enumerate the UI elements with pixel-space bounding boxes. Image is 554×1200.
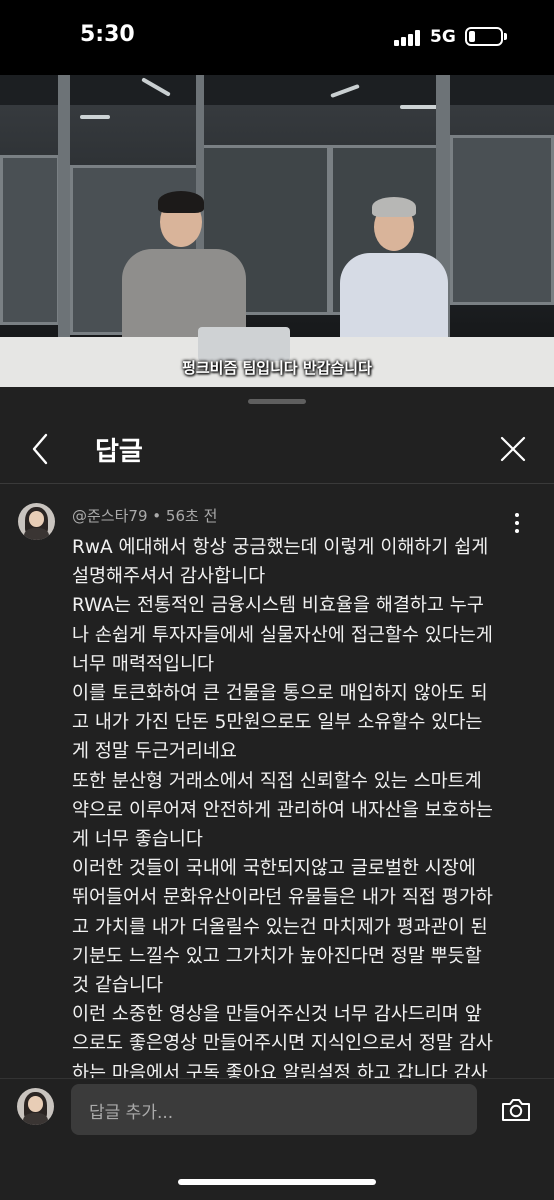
host-left bbox=[120, 187, 250, 349]
comment-line: RWA는 전통적인 금융시스템 비효율을 해결하고 누구 bbox=[72, 595, 484, 617]
sheet-title: 답글 bbox=[95, 437, 143, 467]
battery-icon bbox=[465, 27, 503, 46]
ceiling-light bbox=[400, 105, 440, 109]
comment-line: 너무 매력적입니다 bbox=[72, 653, 215, 675]
laptop bbox=[198, 327, 290, 361]
chevron-left-icon bbox=[32, 433, 48, 465]
comment-line: 나 손쉽게 투자자들에세 실물자산에 접근할수 있다는게 bbox=[72, 624, 493, 646]
video-player[interactable]: 펑크비즘 팀입니다 반갑습니다 bbox=[0, 75, 554, 387]
comment-line: RwA 에대해서 항상 궁금했는데 이렇게 이해하기 쉽게 bbox=[72, 537, 489, 558]
comment-line: 하는 마음에서 구독 좋아요 알림설정 하고 갑니다 감사 bbox=[72, 1062, 488, 1078]
comment-line: 설명해주셔서 감사합니다 bbox=[72, 566, 266, 588]
status-bar: 5:30 5G bbox=[0, 0, 554, 75]
comment-author[interactable]: @준스타79 bbox=[72, 507, 148, 525]
my-avatar bbox=[17, 1088, 54, 1125]
comment-line: 게 정말 두근거리네요 bbox=[72, 741, 237, 763]
close-icon bbox=[500, 436, 526, 462]
comment-meta: @준스타79 • 56초 전 bbox=[72, 505, 217, 526]
ceiling-light bbox=[80, 115, 110, 119]
reply-bar: 답글 추가... bbox=[0, 1078, 554, 1200]
host-right bbox=[338, 193, 450, 345]
reply-input[interactable]: 답글 추가... bbox=[71, 1084, 477, 1135]
back-button[interactable] bbox=[22, 431, 58, 467]
comment-line: 고 가치를 내가 더올릴수 있는건 마치제가 평과관이 된 bbox=[72, 916, 488, 938]
comment-line: 뛰어들어서 문화유산이라던 유물들은 내가 직접 평가하 bbox=[72, 887, 493, 909]
home-indicator bbox=[178, 1179, 376, 1185]
more-vertical-icon bbox=[515, 513, 519, 517]
comment-line: 약으로 이루어져 안전하게 관리하여 내자산을 보호하는 bbox=[72, 799, 493, 821]
pillar bbox=[58, 75, 70, 345]
battery-cap bbox=[504, 33, 507, 40]
drag-handle[interactable] bbox=[248, 399, 306, 404]
reply-placeholder: 답글 추가... bbox=[89, 1103, 174, 1123]
status-time: 5:30 bbox=[80, 22, 135, 47]
meta-separator: • bbox=[152, 507, 162, 525]
comment-line: 이런 소중한 영상을 만들어주신것 너무 감사드리며 앞 bbox=[72, 1004, 482, 1026]
camera-button[interactable] bbox=[500, 1096, 532, 1124]
avatar[interactable] bbox=[18, 503, 55, 540]
comment-line: 것 같습니다 bbox=[72, 975, 163, 997]
comment-line: 이러한 것들이 국내에 국한되지않고 글로벌한 시장에 bbox=[72, 858, 476, 880]
comment-line: 또한 분산형 거래소에서 직접 신뢰할수 있는 스마트계 bbox=[72, 770, 482, 792]
video-subtitle: 펑크비즘 팀입니다 반갑습니다 bbox=[182, 359, 372, 377]
comment-time: 56초 전 bbox=[165, 507, 218, 525]
close-button[interactable] bbox=[496, 432, 530, 466]
camera-icon bbox=[502, 1099, 530, 1121]
network-type: 5G bbox=[430, 27, 456, 47]
comment-line: 으로도 좋은영상 만들어주시면 지식인으로서 정말 감사 bbox=[72, 1033, 493, 1055]
glass-wall bbox=[0, 155, 60, 325]
comment-text: RwA 에대해서 항상 궁금했는데 이렇게 이해하기 쉽게설명해주셔서 감사합니… bbox=[72, 533, 522, 1078]
more-options-button[interactable] bbox=[510, 511, 524, 535]
replies-sheet: 답글 @준스타79 • 56초 전 RwA 에대해서 항상 궁금했는데 이렇게 … bbox=[0, 387, 554, 1200]
header-divider bbox=[0, 483, 554, 484]
comment-line: 고 내가 가진 단돈 5만원으로도 일부 소유할수 있다는 bbox=[72, 712, 483, 734]
video-ceiling bbox=[0, 75, 554, 105]
comment-line: 기분도 느낄수 있고 그가치가 높아진다면 정말 뿌듯할 bbox=[72, 945, 482, 967]
glass-wall bbox=[450, 135, 554, 305]
comment-line: 게 너무 좋습니다 bbox=[72, 829, 203, 851]
signal-icon bbox=[394, 30, 420, 46]
comment-line: 이를 토큰화하여 큰 건물을 통으로 매입하지 않아도 되 bbox=[72, 683, 488, 705]
